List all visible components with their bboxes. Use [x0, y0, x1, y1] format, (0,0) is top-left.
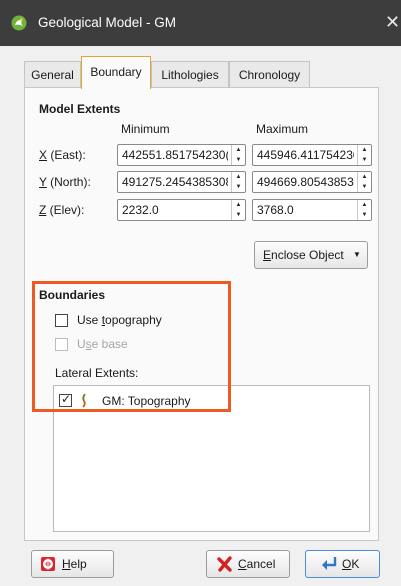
lateral-item-label: GM: Topography	[102, 394, 191, 408]
help-button[interactable]: Help	[31, 550, 114, 578]
help-label: Help	[62, 557, 87, 571]
spin-down-icon[interactable]: ▼	[360, 210, 369, 220]
cancel-button[interactable]: Cancel	[206, 550, 290, 578]
dropdown-arrow-icon: ▼	[353, 250, 361, 259]
z-elev-label: Z (Elev):	[39, 203, 85, 217]
lateral-extents-list[interactable]: ✓ GM: Topography	[53, 385, 370, 532]
help-lifebuoy-icon	[41, 557, 55, 571]
z-maximum-field[interactable]: ▲▼	[252, 199, 372, 221]
boundaries-heading: Boundaries	[39, 288, 106, 302]
x-east-label: X (East):	[39, 148, 86, 162]
cancel-label: Cancel	[238, 557, 276, 571]
x-maximum-field[interactable]: ▲▼	[252, 144, 372, 166]
spin-up-icon[interactable]: ▲	[360, 145, 369, 155]
spin-up-icon[interactable]: ▲	[360, 200, 369, 210]
cancel-x-icon	[217, 556, 232, 572]
enter-arrow-icon	[322, 557, 337, 570]
spin-down-icon[interactable]: ▼	[360, 155, 369, 165]
minimum-column-label: Minimum	[121, 122, 170, 136]
boundary-panel: Model Extents Minimum Maximum X (East): …	[24, 87, 379, 541]
lateral-item-checkbox[interactable]: ✓	[59, 392, 72, 407]
tab-lithologies[interactable]: Lithologies	[151, 61, 229, 87]
checkmark-icon: ✓	[61, 392, 72, 406]
z-minimum-field[interactable]: ▲▼	[117, 199, 246, 221]
close-icon[interactable]: ✕	[385, 12, 400, 32]
list-item[interactable]: ✓ GM: Topography	[54, 391, 254, 411]
z-maximum-spinner[interactable]: ▲ ▼	[357, 200, 371, 220]
y-minimum-field[interactable]: ▲▼	[117, 171, 246, 193]
use-base-checkbox	[55, 338, 68, 351]
spin-up-icon[interactable]: ▲	[234, 145, 243, 155]
spin-up-icon[interactable]: ▲	[234, 200, 243, 210]
enclose-object-button[interactable]: Enclose Object ▼	[254, 241, 368, 269]
dialog-body: General Boundary Lithologies Chronology …	[0, 46, 401, 586]
z-maximum-input[interactable]	[253, 200, 358, 220]
x-maximum-spinner[interactable]: ▲ ▼	[357, 145, 371, 165]
z-minimum-input[interactable]	[118, 200, 232, 220]
app-icon	[11, 15, 27, 31]
x-minimum-input[interactable]	[118, 145, 232, 165]
spin-down-icon[interactable]: ▼	[234, 182, 243, 192]
use-topography-checkbox[interactable]	[55, 314, 68, 327]
window-title: Geological Model - GM	[38, 15, 177, 30]
tab-boundary[interactable]: Boundary	[81, 56, 151, 89]
z-minimum-spinner[interactable]: ▲ ▼	[231, 200, 245, 220]
tab-general[interactable]: General	[24, 61, 81, 87]
title-bar: Geological Model - GM ✕	[0, 0, 401, 46]
ok-label: OK	[342, 557, 360, 571]
tab-chronology[interactable]: Chronology	[229, 61, 310, 87]
enclose-object-label: Enclose Object	[263, 248, 344, 262]
x-maximum-input[interactable]	[253, 145, 358, 165]
lateral-extents-label: Lateral Extents:	[55, 366, 139, 380]
ok-button[interactable]: OK	[305, 550, 380, 578]
y-minimum-input[interactable]	[118, 172, 232, 192]
spin-down-icon[interactable]: ▼	[234, 155, 243, 165]
y-maximum-spinner[interactable]: ▲ ▼	[357, 172, 371, 192]
spin-down-icon[interactable]: ▼	[234, 210, 243, 220]
spin-up-icon[interactable]: ▲	[234, 172, 243, 182]
x-minimum-spinner[interactable]: ▲ ▼	[231, 145, 245, 165]
x-minimum-field[interactable]: ▲▼	[117, 144, 246, 166]
maximum-column-label: Maximum	[256, 122, 309, 136]
spin-up-icon[interactable]: ▲	[360, 172, 369, 182]
topography-surface-icon	[82, 393, 86, 408]
use-topography-label[interactable]: Use topography	[77, 313, 162, 327]
model-extents-heading: Model Extents	[39, 102, 121, 116]
y-minimum-spinner[interactable]: ▲ ▼	[231, 172, 245, 192]
y-maximum-input[interactable]	[253, 172, 358, 192]
use-base-label: Use base	[77, 337, 128, 351]
spin-down-icon[interactable]: ▼	[360, 182, 369, 192]
y-north-label: Y (North):	[39, 175, 91, 189]
y-maximum-field[interactable]: ▲▼	[252, 171, 372, 193]
